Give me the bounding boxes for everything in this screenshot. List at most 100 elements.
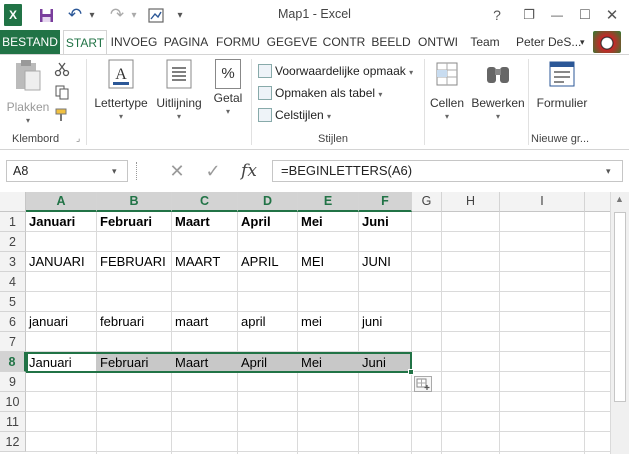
number-button[interactable]: % Getal ▾ <box>208 59 248 116</box>
column-header-i[interactable]: I <box>500 192 585 212</box>
svg-text:A: A <box>115 66 127 83</box>
name-box[interactable]: A8 <box>6 160 128 182</box>
column-header-b[interactable]: B <box>97 192 172 212</box>
expand-formula-bar-icon[interactable]: ▾ <box>606 166 611 177</box>
cell-a3[interactable]: JANUARI <box>26 252 97 272</box>
row-header-8[interactable]: 8 <box>0 352 26 372</box>
row-header-4[interactable]: 4 <box>0 272 26 292</box>
editing-button[interactable]: Bewerken ▾ <box>470 59 526 121</box>
row-header-7[interactable]: 7 <box>0 332 26 352</box>
row-header-11[interactable]: 11 <box>0 412 26 432</box>
cell-a1[interactable]: Januari <box>26 212 97 232</box>
cell-e1[interactable]: Mei <box>298 212 359 232</box>
cell-f8[interactable]: Juni <box>359 353 411 373</box>
tab-start[interactable]: START <box>63 30 107 55</box>
column-header-overflow <box>585 192 610 212</box>
group-label-nieuwe: Nieuwe gr... <box>531 133 590 145</box>
column-header-g[interactable]: G <box>412 192 442 212</box>
cell-e3[interactable]: MEI <box>298 252 359 272</box>
row-header-5[interactable]: 5 <box>0 292 26 312</box>
cell-c8[interactable]: Maart <box>172 353 238 373</box>
cell-styles-button[interactable]: Celstijlen ▾ <box>258 105 331 125</box>
name-box-dropdown-icon[interactable]: ▾ <box>112 166 117 177</box>
row-header-1[interactable]: 1 <box>0 212 26 232</box>
user-dropdown-icon[interactable]: ▾ <box>580 30 585 54</box>
cancel-entry-icon[interactable]: ✕ <box>162 158 192 184</box>
tab-bestand[interactable]: BESTAND <box>0 30 60 54</box>
tab-ontwi[interactable]: ONTWI <box>415 30 461 54</box>
klembord-launcher-icon[interactable]: ⌟ <box>76 133 80 144</box>
cell-a8[interactable]: Januari <box>26 353 97 373</box>
copy-icon[interactable] <box>54 84 70 103</box>
conditional-formatting-button[interactable]: Voorwaardelijke opmaak ▾ <box>258 61 413 81</box>
row-header-10[interactable]: 10 <box>0 392 26 412</box>
ribbon-display-options-icon[interactable]: ❐ <box>518 4 540 26</box>
conditional-formatting-dropdown-icon: ▾ <box>409 68 414 77</box>
column-header-d[interactable]: D <box>238 192 298 212</box>
column-header-e[interactable]: E <box>298 192 359 212</box>
cell-d8[interactable]: April <box>238 353 298 373</box>
font-icon: A <box>108 59 134 89</box>
avatar[interactable] <box>593 31 621 53</box>
tab-gegeve[interactable]: GEGEVE <box>265 30 319 54</box>
gridline <box>499 212 500 454</box>
cell-f3[interactable]: JUNI <box>359 252 412 272</box>
column-header-h[interactable]: H <box>442 192 500 212</box>
row-header-12[interactable]: 12 <box>0 432 26 452</box>
vertical-scrollbar[interactable]: ▲ <box>610 192 629 454</box>
row-header-3[interactable]: 3 <box>0 252 26 272</box>
cell-c3[interactable]: MAART <box>172 252 238 272</box>
row-header-2[interactable]: 2 <box>0 232 26 252</box>
user-name[interactable]: Peter DeS... <box>516 30 581 54</box>
cell-f1[interactable]: Juni <box>359 212 412 232</box>
separator <box>251 59 252 145</box>
cell-b1[interactable]: Februari <box>97 212 172 232</box>
cell-d3[interactable]: APRIL <box>238 252 298 272</box>
tab-contr[interactable]: CONTR <box>321 30 367 54</box>
column-header-c[interactable]: C <box>172 192 238 212</box>
font-button[interactable]: A Lettertype ▾ <box>90 59 152 121</box>
cells-button[interactable]: Cellen ▾ <box>428 59 466 121</box>
quick-analysis-icon[interactable] <box>414 376 432 392</box>
tab-team[interactable]: Team <box>466 30 504 54</box>
form-button[interactable]: Formulier <box>532 59 592 110</box>
confirm-entry-icon[interactable]: ✓ <box>198 158 228 184</box>
tab-invoeg[interactable]: INVOEG <box>109 30 159 54</box>
cell-c6[interactable]: maart <box>172 312 238 332</box>
tab-pagina[interactable]: PAGINA <box>161 30 211 54</box>
cell-e6[interactable]: mei <box>298 312 359 332</box>
ribbon: Plakken ▾ Klembord ⌟ A Lettertype ▾ Uitl… <box>0 54 629 150</box>
cut-icon[interactable] <box>54 61 70 80</box>
cell-b3[interactable]: FEBRUARI <box>97 252 172 272</box>
scrollbar-thumb[interactable] <box>614 212 626 402</box>
tab-formu[interactable]: FORMU <box>214 30 262 54</box>
row-header-6[interactable]: 6 <box>0 312 26 332</box>
alignment-button[interactable]: Uitlijning ▾ <box>153 59 205 121</box>
scroll-up-icon[interactable]: ▲ <box>615 194 624 204</box>
minimize-icon[interactable]: — <box>546 4 568 26</box>
format-painter-icon[interactable] <box>54 107 70 126</box>
cell-d1[interactable]: April <box>238 212 298 232</box>
row-header-9[interactable]: 9 <box>0 372 26 392</box>
column-header-a[interactable]: A <box>26 192 97 212</box>
format-as-table-button[interactable]: Opmaken als tabel ▾ <box>258 83 382 103</box>
cell-f6[interactable]: juni <box>359 312 412 332</box>
insert-function-icon[interactable]: fx <box>234 158 264 184</box>
cell-c1[interactable]: Maart <box>172 212 238 232</box>
help-icon[interactable]: ? <box>486 4 508 26</box>
formula-bar-splitter[interactable] <box>136 162 139 180</box>
format-as-table-label: Opmaken als tabel <box>275 86 376 100</box>
alignment-icon <box>166 59 192 89</box>
cell-a6[interactable]: januari <box>26 312 97 332</box>
cell-b8[interactable]: Februari <box>97 353 172 373</box>
tab-beeld[interactable]: BEELD <box>370 30 412 54</box>
cell-e8[interactable]: Mei <box>298 353 359 373</box>
cell-b6[interactable]: februari <box>97 312 172 332</box>
close-icon[interactable]: ✕ <box>601 4 623 26</box>
paste-button[interactable]: Plakken ▾ <box>6 59 50 125</box>
maximize-icon[interactable]: □ <box>574 4 596 26</box>
formula-input[interactable]: =BEGINLETTERS(A6) <box>272 160 623 182</box>
column-header-f[interactable]: F <box>359 192 412 212</box>
select-all-corner[interactable] <box>0 192 26 212</box>
cell-d6[interactable]: april <box>238 312 298 332</box>
